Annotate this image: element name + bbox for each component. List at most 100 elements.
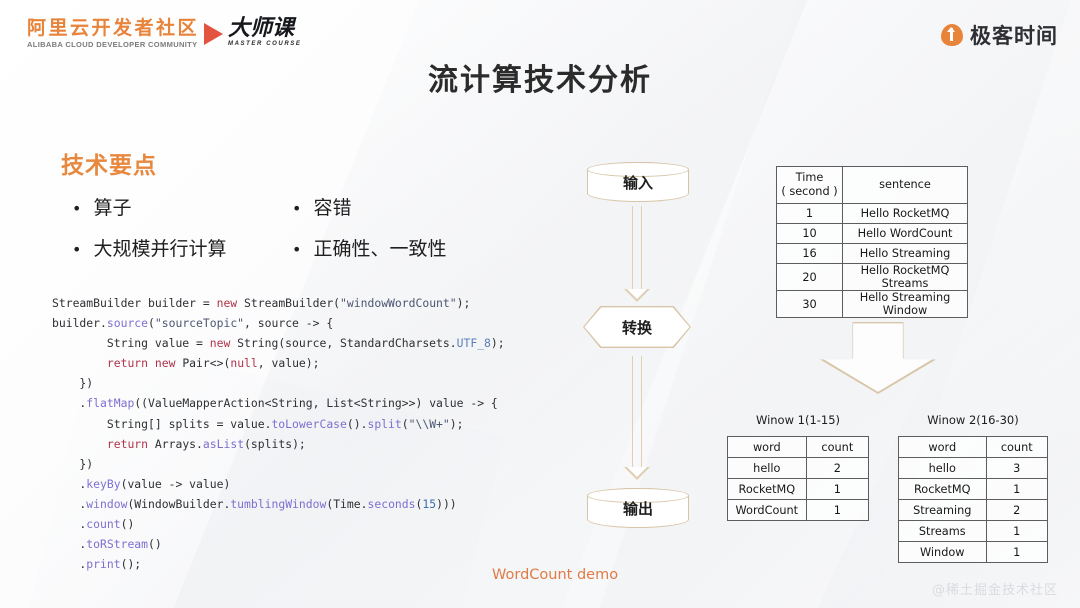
- code-line: }): [52, 454, 505, 474]
- code-line: .print();: [52, 554, 505, 574]
- code-token: .: [52, 557, 87, 572]
- cell-word: Streaming: [898, 499, 987, 521]
- flow-node-output-label: 输出: [622, 499, 653, 518]
- geektime-logo-text: 极客时间: [970, 24, 1058, 48]
- window2-title: Winow 2(16-30): [927, 413, 1019, 427]
- table-row: hello 3: [898, 457, 1048, 479]
- code-token: tumblingWindow: [230, 496, 327, 511]
- cell-time: 16: [776, 243, 843, 264]
- code-token: keyBy: [86, 476, 121, 491]
- cell-count: 1: [985, 478, 1048, 500]
- down-arrow-icon: [820, 322, 936, 394]
- page-title: 流计算技术分析: [428, 63, 652, 98]
- bullet-dot-icon: •: [292, 199, 302, 218]
- cell-word: Streams: [898, 520, 987, 542]
- code-token: builder.: [52, 316, 107, 331]
- code-block: StreamBuilder builder = new StreamBuilde…: [52, 293, 505, 574]
- window2-table: word count hello 3 RocketMQ 1 Streaming …: [898, 436, 1048, 563]
- code-token: }): [52, 376, 94, 391]
- code-token: window: [86, 496, 128, 511]
- list-item: • 正确性、一致性: [292, 229, 446, 270]
- slide-canvas: 阿里云开发者社区 ALIBABA CLOUD DEVELOPER COMMUNI…: [0, 0, 1080, 608]
- flow-node-output: 输出: [586, 487, 689, 528]
- code-token: );: [449, 416, 464, 431]
- cell-count: 2: [985, 499, 1048, 521]
- code-token: null: [230, 356, 258, 371]
- column-header-word: word: [727, 436, 807, 458]
- code-token: .: [52, 537, 87, 552]
- window2-block: Winow 2(16-30) word count hello 3 Rocket…: [898, 413, 1048, 563]
- list-item-label: 正确性、一致性: [313, 238, 447, 260]
- sentence-table-body: 1 Hello RocketMQ 10 Hello WordCount 16 H…: [776, 203, 968, 318]
- table-row: WordCount 1: [727, 499, 870, 521]
- cell-word: RocketMQ: [727, 478, 807, 500]
- table-row: 20 Hello RocketMQ Streams: [776, 263, 968, 291]
- table-header-row: word count: [727, 436, 870, 458]
- code-token: StreamBuilder builder =: [52, 296, 217, 310]
- column-header-time-line1: Time: [795, 171, 824, 184]
- code-token: (WindowBuilder.: [127, 496, 231, 511]
- window1-table: word count hello 2 RocketMQ 1 WordCount …: [727, 436, 870, 521]
- aliyun-logo-en-text: ALIBABA CLOUD DEVELOPER COMMUNITY: [27, 40, 198, 49]
- code-token: (Time.: [326, 496, 368, 511]
- code-token: ))): [436, 496, 457, 511]
- code-line: }): [52, 373, 505, 393]
- cell-time: 30: [776, 290, 843, 318]
- geektime-logo: 极客时间: [941, 20, 1058, 50]
- list-item: • 容错: [292, 188, 446, 229]
- cell-count: 1: [985, 520, 1048, 542]
- code-token: "windowWordCount": [340, 296, 457, 310]
- bullet-dot-icon: •: [72, 240, 82, 259]
- table-row: 16 Hello Streaming: [776, 243, 968, 264]
- cell-sentence: Hello RocketMQ Streams: [842, 263, 968, 291]
- code-token: );: [456, 296, 471, 310]
- code-line: return new Pair<>(null, value);: [52, 353, 505, 373]
- table-row: Streams 1: [898, 520, 1048, 542]
- code-line: return Arrays.asList(splits);: [52, 434, 505, 454]
- cell-word: hello: [898, 457, 987, 479]
- code-token: (): [120, 517, 135, 532]
- geektime-mark-icon: [941, 24, 963, 46]
- flow-node-transform-label: 转换: [621, 318, 652, 337]
- code-token: .: [52, 396, 87, 411]
- code-token: (: [148, 316, 155, 331]
- table-row: RocketMQ 1: [727, 478, 870, 500]
- column-header-time: Time ( second ): [776, 166, 843, 204]
- aliyun-developer-community-logo: 阿里云开发者社区 ALIBABA CLOUD DEVELOPER COMMUNI…: [27, 18, 199, 50]
- code-token: }): [52, 456, 94, 471]
- flow-arrow-input-to-transform: [624, 206, 650, 302]
- code-token: , value);: [257, 356, 320, 371]
- cell-count: 1: [985, 541, 1048, 563]
- window1-block: Winow 1(1-15) word count hello 2 RocketM…: [727, 413, 870, 521]
- code-token: new: [154, 356, 176, 371]
- cell-word: RocketMQ: [898, 478, 987, 500]
- code-token: asList: [202, 436, 245, 451]
- table-row: hello 2: [727, 457, 870, 479]
- code-token: , source -> {: [244, 316, 334, 331]
- table-row: 10 Hello WordCount: [776, 223, 968, 244]
- code-line: String value = new String(source, Standa…: [52, 333, 505, 353]
- flow-arrow-transform-to-output: [624, 356, 650, 480]
- master-course-cn-text: 大师课: [228, 16, 295, 41]
- code-token: StreamBuilder(: [237, 296, 341, 310]
- table-row: Streaming 2: [898, 499, 1048, 521]
- code-token: .: [52, 517, 87, 532]
- table-row: Window 1: [898, 541, 1048, 563]
- cell-time: 10: [776, 223, 843, 244]
- column-header-sentence: sentence: [842, 166, 968, 204]
- watermark: @稀土掘金技术社区: [931, 583, 1058, 598]
- cell-time: 1: [776, 203, 843, 224]
- flow-node-transform: 转换: [583, 306, 691, 348]
- code-token: source: [106, 316, 149, 331]
- cell-sentence: Hello RocketMQ: [842, 203, 968, 224]
- cell-sentence: Hello Streaming Window: [842, 290, 968, 318]
- code-token: (: [401, 416, 409, 431]
- code-line: String[] splits = value.toLowerCase().sp…: [52, 414, 505, 434]
- code-token: toLowerCase: [271, 416, 347, 431]
- code-token: toRStream: [86, 537, 149, 552]
- cell-word: Window: [898, 541, 987, 563]
- table-header-row: word count: [898, 436, 1048, 458]
